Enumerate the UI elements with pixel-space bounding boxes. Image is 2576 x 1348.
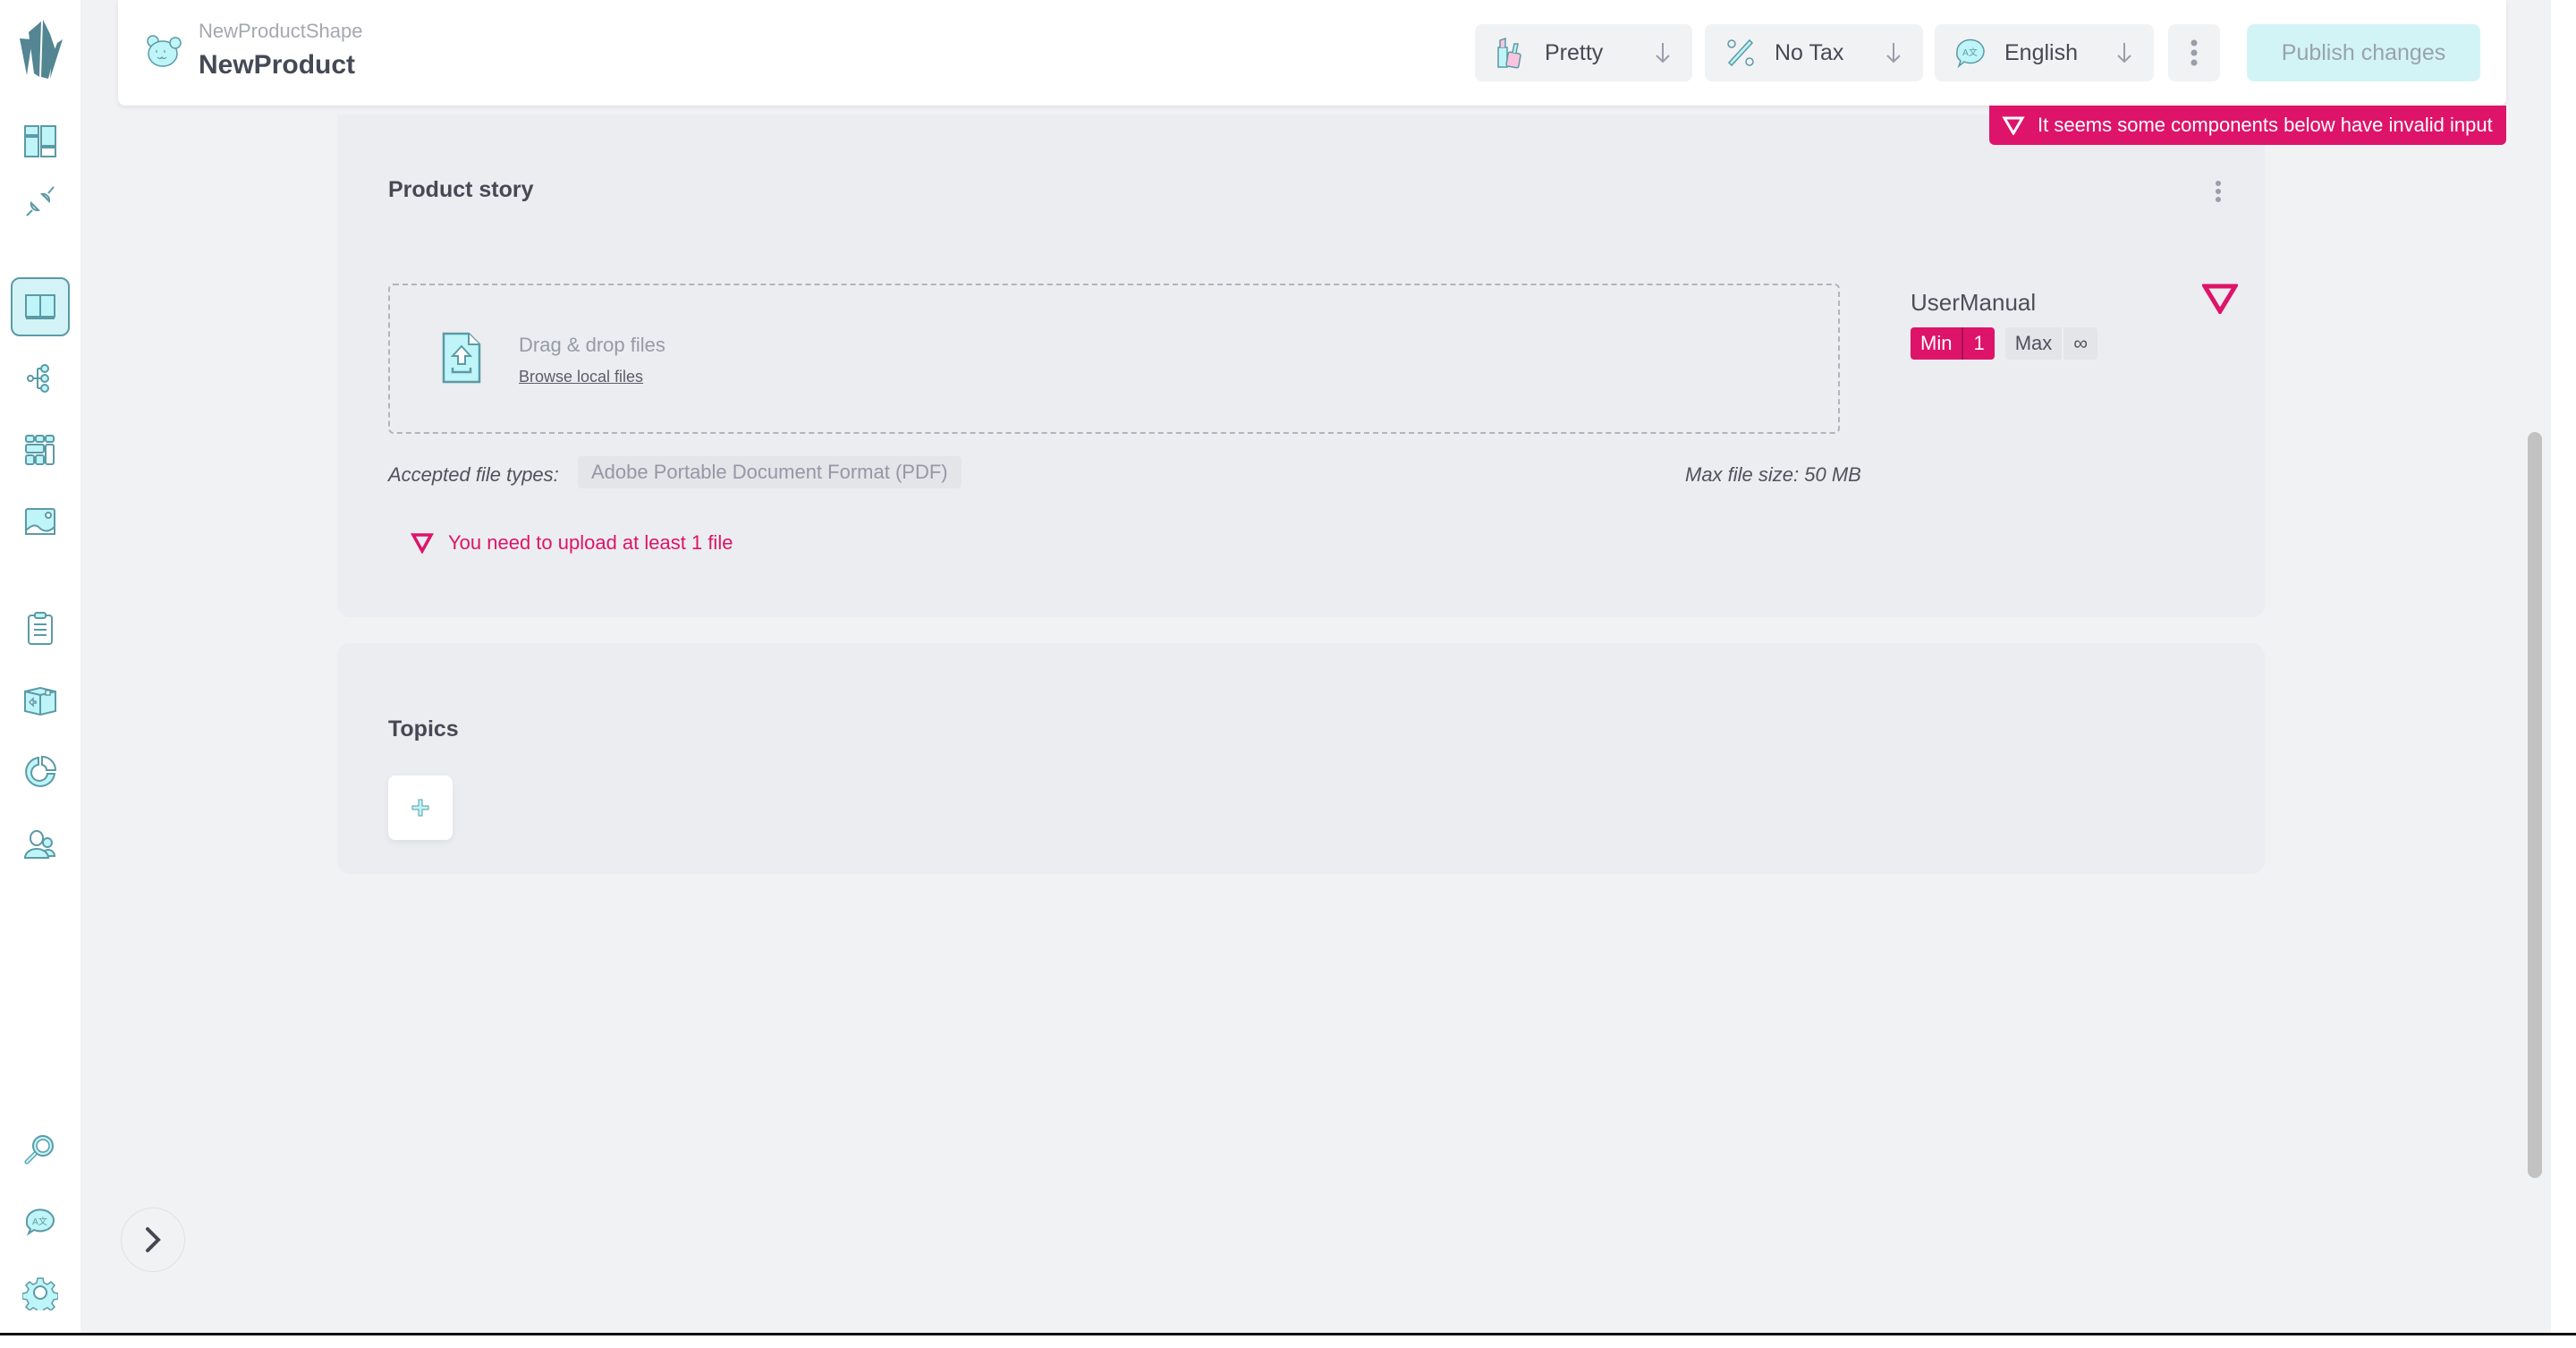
price-variant-label: Pretty: [1545, 39, 1604, 65]
file-upload-icon: [442, 332, 481, 384]
invalid-indicator-icon: [2202, 284, 2238, 314]
invalid-input-alert: It seems some components below have inva…: [1989, 106, 2506, 145]
item-name: NewProduct: [199, 50, 356, 80]
max-label: Max: [2014, 332, 2053, 354]
gear-icon: [22, 1277, 58, 1310]
scrollbar-track[interactable]: [2551, 0, 2576, 1333]
tree-structure-icon: [27, 364, 49, 393]
language-label: English: [2004, 39, 2078, 65]
svg-text:A文: A文: [1962, 47, 1978, 58]
kebab-icon[interactable]: [2209, 178, 2227, 207]
upload-error-message: You need to upload at least 1 file: [411, 531, 733, 555]
tax-label: No Tax: [1775, 39, 1844, 65]
grid-layout-icon: [25, 435, 55, 465]
product-story-card: Product story Drag & drop files Browse l…: [337, 114, 2265, 617]
percent-icon: [1727, 38, 1754, 67]
sidebar-item-integrations[interactable]: [11, 172, 70, 231]
max-value: ∞: [2062, 327, 2097, 360]
bear-face-icon: [147, 35, 182, 67]
sidebar: A文: [0, 0, 80, 1333]
item-header: NewProductShape NewProduct Pretty No Tax…: [118, 0, 2506, 106]
shape-name: NewProductShape: [199, 20, 363, 42]
invalid-input-alert-text: It seems some components below have inva…: [2038, 114, 2493, 136]
min-badge: Min 1: [1911, 327, 1995, 360]
publish-changes-button[interactable]: Publish changes: [2247, 24, 2480, 81]
box-icon: [24, 686, 56, 716]
arrow-down-icon: [1886, 43, 1901, 64]
magnifier-icon: [24, 1135, 54, 1165]
translate-bubble-icon: A文: [1956, 38, 1985, 69]
add-topic-button[interactable]: [388, 776, 453, 840]
product-story-title: Product story: [388, 177, 534, 202]
price-variant-selector[interactable]: Pretty: [1475, 24, 1692, 81]
sidebar-item-settings[interactable]: [11, 1263, 70, 1322]
file-dropzone[interactable]: Drag & drop files Browse local files: [388, 284, 1840, 434]
sidebar-item-search[interactable]: [11, 1120, 70, 1179]
dashboard-layout-icon: [24, 125, 56, 157]
accepted-file-type-pill: Adobe Portable Document Format (PDF): [578, 456, 962, 488]
users-icon: [23, 830, 56, 859]
min-label: Min: [1920, 332, 1953, 354]
plus-icon: [411, 799, 429, 817]
more-options-button[interactable]: [2168, 24, 2220, 81]
sidebar-item-insights[interactable]: [11, 742, 70, 801]
sidebar-item-languages[interactable]: A文: [11, 1191, 70, 1251]
open-book-icon: [25, 294, 55, 319]
chevron-right-icon: [146, 1227, 161, 1252]
component-name: UserManual: [1911, 289, 2037, 316]
warning-triangle-icon: [2002, 116, 2025, 135]
sidebar-item-catalogue[interactable]: [11, 277, 70, 336]
language-selector[interactable]: A文 English: [1935, 24, 2154, 81]
sidebar-item-orders[interactable]: [11, 599, 70, 658]
scrollbar-thumb[interactable]: [2528, 432, 2542, 1178]
kebab-icon: [2190, 39, 2198, 66]
arrow-down-icon: [2117, 43, 2131, 64]
clipboard-icon: [28, 612, 53, 645]
sidebar-item-media[interactable]: [11, 492, 70, 551]
sidebar-item-customers[interactable]: [11, 814, 70, 873]
upload-error-text: You need to upload at least 1 file: [448, 531, 733, 554]
topics-title: Topics: [388, 716, 459, 742]
image-icon: [25, 508, 55, 535]
crystal-logo-icon[interactable]: [16, 14, 64, 82]
topics-card: Topics: [337, 643, 2265, 874]
warning-triangle-icon: [411, 533, 434, 554]
plug-icon: [26, 186, 55, 216]
dropzone-text: Drag & drop files: [519, 334, 665, 356]
cosmetics-icon: [1497, 37, 1521, 69]
expand-panel-button[interactable]: [121, 1208, 185, 1272]
browse-local-files-link[interactable]: Browse local files: [519, 368, 643, 386]
app-window: A文 Product story Drag & drop files Brows…: [0, 0, 2576, 1335]
sidebar-item-dashboard[interactable]: [11, 112, 70, 171]
pie-chart-icon: [25, 755, 57, 787]
svg-text:A文: A文: [32, 1216, 47, 1227]
max-file-size: Max file size: 50 MB: [1685, 463, 1861, 486]
sidebar-item-shapes[interactable]: [11, 349, 70, 408]
min-value: 1: [1962, 327, 1994, 360]
arrow-down-icon: [1656, 43, 1670, 64]
tax-selector[interactable]: No Tax: [1705, 24, 1923, 81]
component-constraints: Min 1 Max ∞: [1911, 327, 2097, 360]
translate-bubble-icon: A文: [25, 1208, 55, 1236]
max-badge: Max ∞: [2004, 327, 2097, 360]
sidebar-item-grids[interactable]: [11, 420, 70, 479]
sidebar-item-fulfilment[interactable]: [11, 671, 70, 730]
accepted-file-types-label: Accepted file types:: [388, 463, 559, 486]
